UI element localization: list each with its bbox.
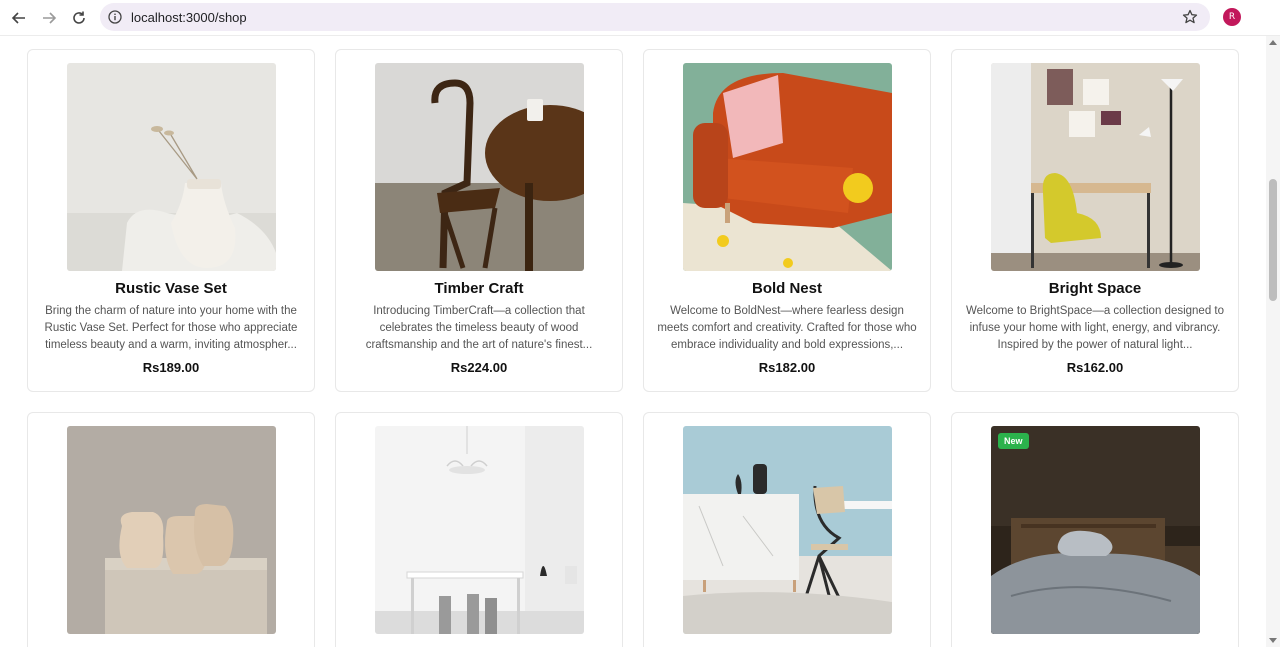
- product-card[interactable]: [27, 412, 315, 647]
- product-price: Rs224.00: [450, 360, 508, 375]
- page-scrollbar[interactable]: [1266, 36, 1280, 647]
- product-price: Rs182.00: [758, 360, 816, 375]
- reload-icon[interactable]: [64, 3, 94, 33]
- scroll-up-arrow-icon[interactable]: [1269, 40, 1277, 45]
- product-card[interactable]: Timber Craft Introducing TimberCraft—a c…: [335, 49, 623, 392]
- product-description: Welcome to BrightSpace—a collection desi…: [965, 305, 1225, 351]
- product-description: Bring the charm of nature into your home…: [44, 305, 298, 351]
- product-image[interactable]: [683, 426, 892, 634]
- product-description: Welcome to BoldNest—where fearless desig…: [657, 305, 917, 351]
- scrollbar-thumb[interactable]: [1269, 179, 1277, 301]
- product-price: Rs189.00: [142, 360, 200, 375]
- product-card[interactable]: New: [951, 412, 1239, 647]
- product-name[interactable]: Bright Space: [952, 280, 1238, 297]
- profile-avatar[interactable]: R: [1223, 8, 1241, 26]
- product-image[interactable]: [991, 63, 1200, 271]
- back-arrow-icon[interactable]: [4, 3, 34, 33]
- product-price: Rs162.00: [1066, 360, 1124, 375]
- browser-toolbar: localhost:3000/shop R: [0, 0, 1280, 36]
- product-card[interactable]: Bright Space Welcome to BrightSpace—a co…: [951, 49, 1239, 392]
- product-image[interactable]: [67, 426, 276, 634]
- product-image[interactable]: [375, 63, 584, 271]
- forward-arrow-icon[interactable]: [34, 3, 64, 33]
- product-description: Introducing TimberCraft—a collection tha…: [365, 305, 593, 351]
- product-grid: Rustic Vase Set Bring the charm of natur…: [0, 36, 1266, 647]
- scroll-down-arrow-icon[interactable]: [1269, 638, 1277, 643]
- url-text[interactable]: localhost:3000/shop: [131, 10, 247, 25]
- product-card[interactable]: [335, 412, 623, 647]
- product-card[interactable]: Rustic Vase Set Bring the charm of natur…: [27, 49, 315, 392]
- product-image[interactable]: [683, 63, 892, 271]
- product-card[interactable]: Bold Nest Welcome to BoldNest—where fear…: [643, 49, 931, 392]
- product-image[interactable]: [67, 63, 276, 271]
- new-badge: New: [998, 433, 1029, 449]
- product-image[interactable]: [375, 426, 584, 634]
- product-image[interactable]: New: [991, 426, 1200, 634]
- bookmark-star-icon[interactable]: [1182, 9, 1198, 25]
- product-name[interactable]: Bold Nest: [644, 280, 930, 297]
- address-bar[interactable]: localhost:3000/shop: [100, 3, 1210, 31]
- product-card[interactable]: [643, 412, 931, 647]
- product-name[interactable]: Rustic Vase Set: [28, 280, 314, 297]
- product-name[interactable]: Timber Craft: [336, 280, 622, 297]
- site-info-icon[interactable]: [108, 10, 122, 24]
